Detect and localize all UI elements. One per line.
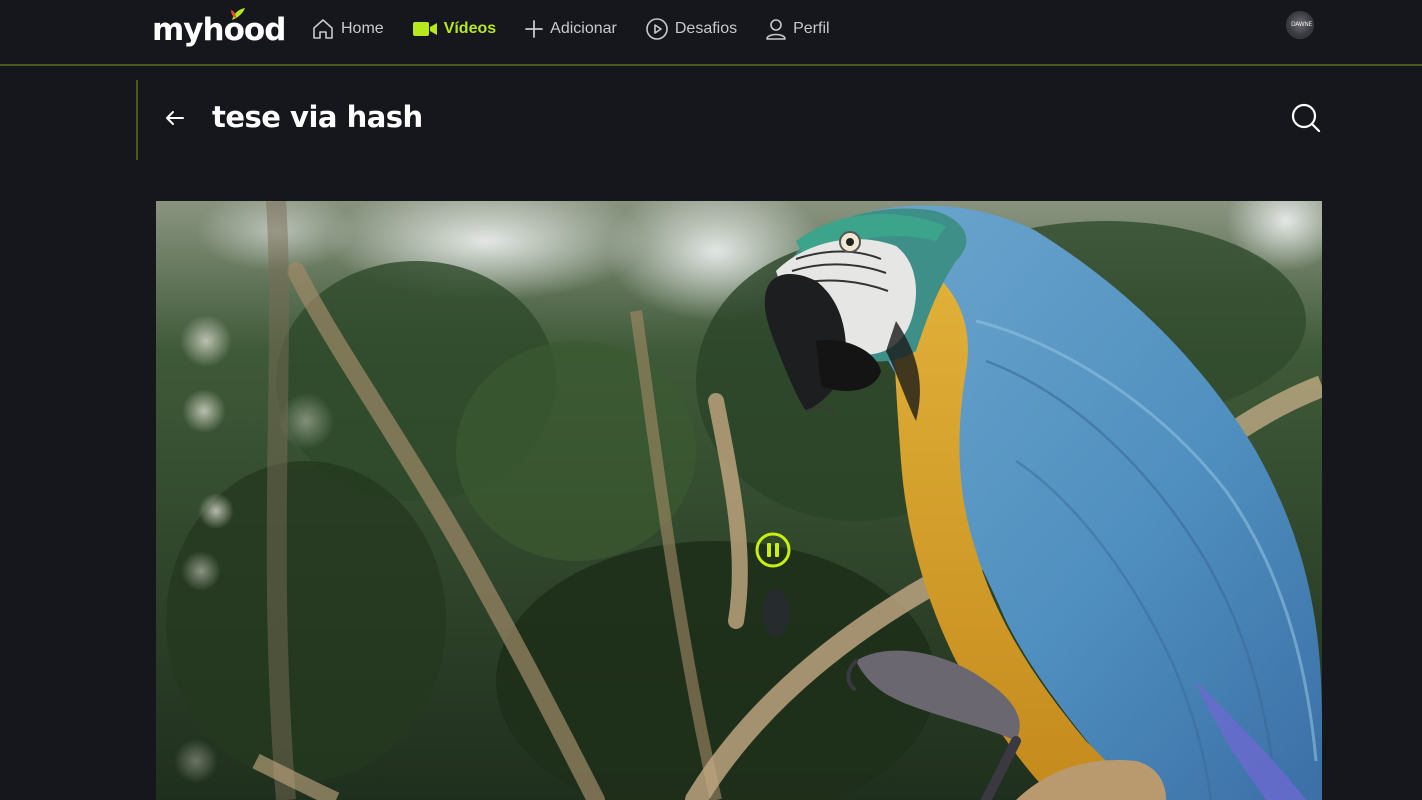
nav-item-desafios[interactable]: Desafios [645, 14, 737, 44]
macaw-video-frame [156, 201, 1322, 800]
nav-item-label: Vídeos [443, 20, 497, 37]
nav-item-label: Adicionar [550, 20, 617, 37]
nav-item-label: Perfil [793, 20, 830, 37]
pause-icon [755, 532, 791, 568]
leaf-icon [230, 8, 245, 20]
search-icon [1291, 103, 1321, 133]
nav-item-label: Desafios [674, 20, 738, 37]
nav-item-adicionar[interactable]: Adicionar [524, 14, 617, 44]
header-accent-line [136, 80, 138, 160]
avatar-text: DAWNE [1291, 21, 1313, 28]
home-icon [313, 19, 333, 39]
back-button[interactable] [160, 103, 190, 133]
page-title: tese via hash [212, 100, 423, 134]
video-player[interactable] [156, 201, 1322, 800]
top-navigation-bar: myh o od Home Vídeos Adicionar Desafios Pe… [0, 0, 1422, 66]
logo-o-with-leaf: o [224, 8, 245, 50]
nav-item-home[interactable]: Home [311, 14, 384, 44]
user-icon [766, 19, 786, 40]
search-button[interactable] [1288, 100, 1324, 136]
nav-item-label: Home [341, 20, 384, 37]
nav-item-videos[interactable]: Vídeos [412, 14, 496, 44]
video-camera-icon [412, 22, 437, 36]
logo-text-suffix: od [243, 12, 286, 48]
plus-icon [525, 20, 544, 38]
myhood-logo[interactable]: myh o od [152, 8, 286, 50]
logo-text-prefix: myh [152, 12, 225, 48]
user-avatar[interactable]: DAWNE [1286, 11, 1314, 39]
main-nav: Home Vídeos Adicionar Desafios Perfil [311, 14, 858, 44]
arrow-left-icon [166, 111, 184, 125]
play-circle-icon [646, 18, 668, 40]
nav-item-perfil[interactable]: Perfil [765, 14, 830, 44]
pause-button[interactable] [755, 532, 791, 568]
